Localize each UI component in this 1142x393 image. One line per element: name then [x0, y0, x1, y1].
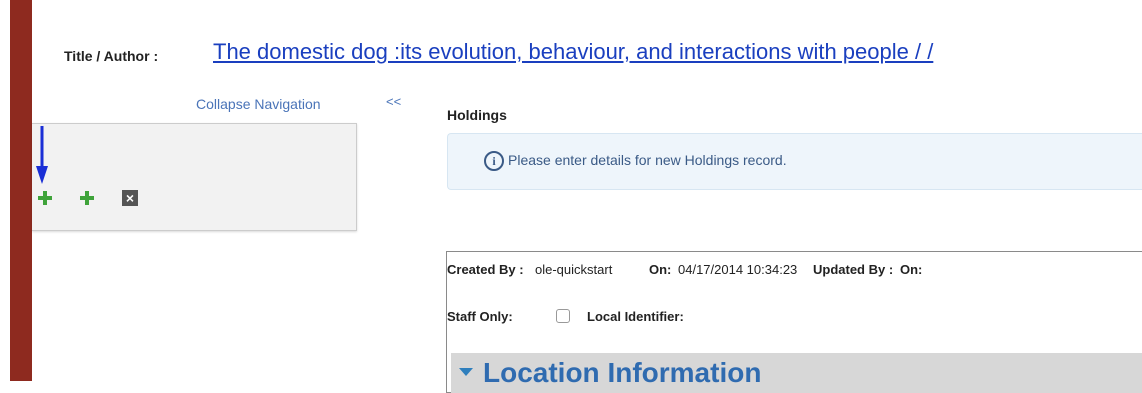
info-icon: i: [484, 151, 504, 171]
chevron-down-icon[interactable]: [459, 368, 473, 376]
title-author-label: Title / Author :: [64, 48, 159, 64]
created-on-label: On:: [649, 262, 672, 277]
info-message-box: i Please enter details for new Holdings …: [447, 133, 1142, 190]
add-icon[interactable]: [80, 191, 94, 205]
holdings-record-form: Created By : ole-quickstart On: 04/17/20…: [446, 251, 1142, 393]
created-on-value: 04/17/2014 10:34:23: [678, 262, 798, 277]
staff-only-checkbox[interactable]: [556, 309, 570, 323]
close-icon[interactable]: ×: [122, 190, 138, 206]
arrow-down-icon: [36, 126, 48, 184]
holdings-heading: Holdings: [447, 107, 507, 123]
left-margin: [0, 0, 10, 381]
navigation-panel: ×: [32, 123, 357, 231]
info-message: Please enter details for new Holdings re…: [508, 152, 787, 168]
collapse-arrows-icon[interactable]: <<: [386, 94, 401, 109]
left-accent-bar: [10, 0, 32, 381]
location-information-title: Location Information: [483, 357, 762, 388]
staff-only-label: Staff Only:: [447, 309, 513, 324]
add-icon[interactable]: [38, 191, 52, 205]
created-by-value: ole-quickstart: [535, 262, 613, 277]
updated-by-label: Updated By :: [813, 262, 894, 277]
created-by-label: Created By :: [447, 262, 524, 277]
title-link[interactable]: The domestic dog :its evolution, behavio…: [213, 39, 933, 65]
location-information-section[interactable]: Location Information: [451, 353, 1142, 393]
local-identifier-label: Local Identifier:: [587, 309, 684, 324]
updated-on-label: On:: [900, 262, 923, 277]
collapse-navigation-link[interactable]: Collapse Navigation: [196, 96, 321, 112]
